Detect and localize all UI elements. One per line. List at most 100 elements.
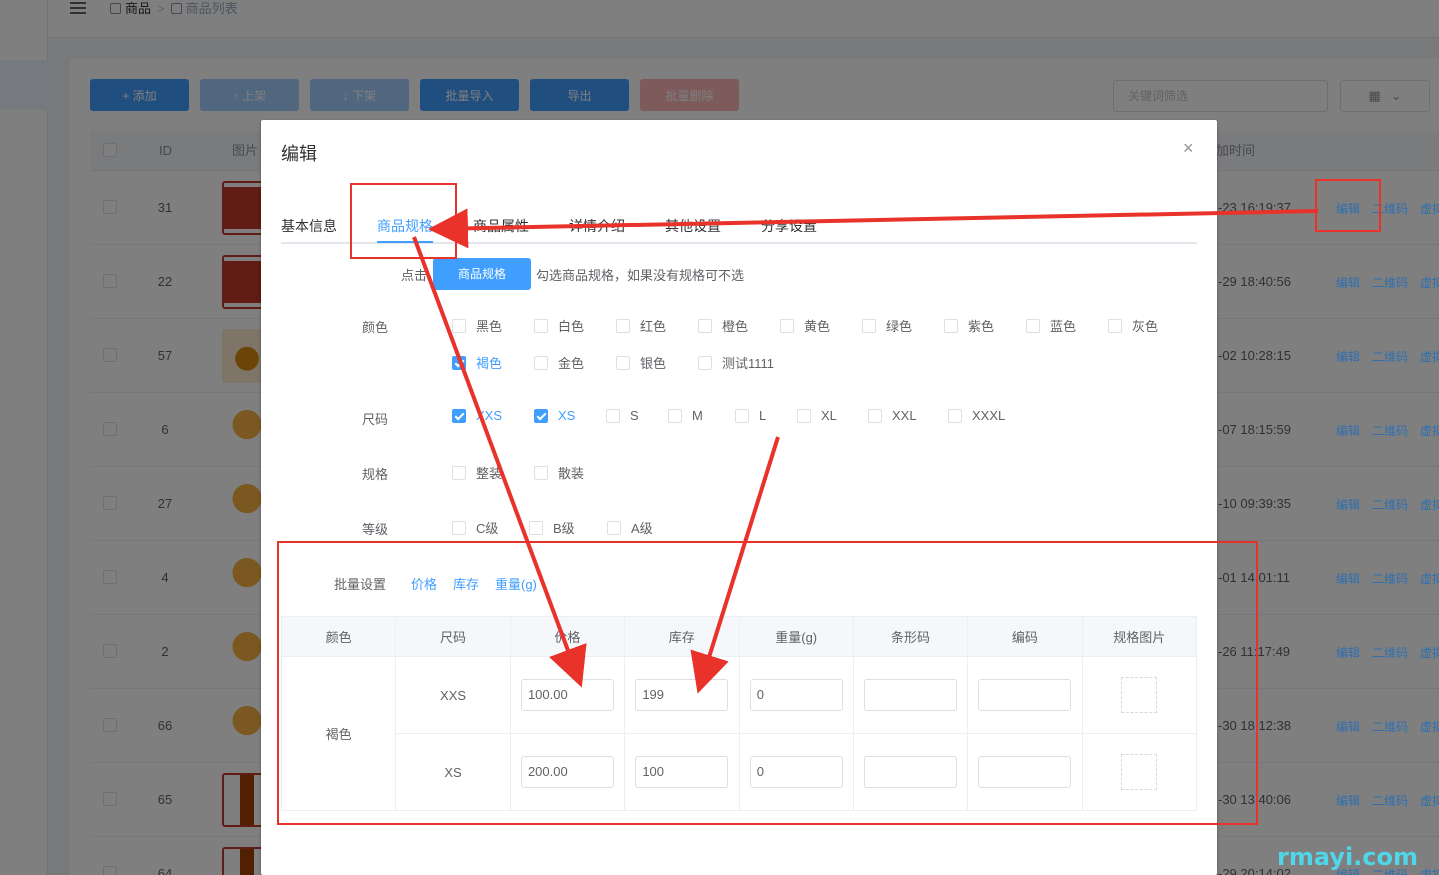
qrcode-link[interactable]: 二维码 xyxy=(1372,274,1408,291)
tab-basic-info[interactable]: 基本信息 xyxy=(281,216,337,236)
color-option[interactable]: 灰色 xyxy=(1108,316,1158,335)
annotation-box-sku-table xyxy=(277,541,1258,825)
checkbox[interactable] xyxy=(948,408,962,423)
checkbox[interactable] xyxy=(452,465,466,480)
edit-link[interactable]: 编辑 xyxy=(1336,718,1360,735)
tab-details[interactable]: 详情介绍 xyxy=(569,216,625,236)
color-option[interactable]: 紫色 xyxy=(944,316,994,335)
option-label: C级 xyxy=(476,521,499,536)
checkbox[interactable] xyxy=(534,355,548,370)
spec-label: 规格 xyxy=(362,467,389,482)
qrcode-link[interactable]: 二维码 xyxy=(1372,422,1408,439)
virtual-link[interactable]: 虚拟 xyxy=(1420,644,1439,661)
option-label: 黑色 xyxy=(476,319,503,334)
size-option[interactable]: XL xyxy=(797,408,837,423)
grade-option[interactable]: A级 xyxy=(607,518,653,537)
checkbox[interactable] xyxy=(735,408,749,423)
color-option[interactable]: 测试1111 xyxy=(698,353,774,372)
checkbox[interactable] xyxy=(452,408,466,423)
virtual-link[interactable]: 虚拟 xyxy=(1420,422,1439,439)
edit-link[interactable]: 编辑 xyxy=(1336,422,1360,439)
option-label: 绿色 xyxy=(886,319,913,334)
virtual-link[interactable]: 虚拟 xyxy=(1420,274,1439,291)
tab-share-settings[interactable]: 分享设置 xyxy=(761,216,817,236)
checkbox[interactable] xyxy=(668,408,682,423)
checkbox[interactable] xyxy=(698,355,712,370)
checkbox[interactable] xyxy=(452,355,466,370)
annotation-box-edit-link xyxy=(1315,179,1381,232)
color-option[interactable]: 绿色 xyxy=(862,316,912,335)
virtual-link[interactable]: 虚拟 xyxy=(1420,570,1439,587)
color-option[interactable]: 黄色 xyxy=(780,316,830,335)
spec-option[interactable]: 整装 xyxy=(452,463,502,482)
virtual-link[interactable]: 虚拟 xyxy=(1420,348,1439,365)
color-option[interactable]: 白色 xyxy=(534,316,584,335)
option-label: 灰色 xyxy=(1132,319,1159,334)
spec-option[interactable]: 散装 xyxy=(534,463,584,482)
checkbox[interactable] xyxy=(534,465,548,480)
size-option[interactable]: XXS xyxy=(452,408,502,423)
color-option[interactable]: 褐色 xyxy=(452,353,502,372)
virtual-link[interactable]: 虚拟 xyxy=(1420,792,1439,809)
checkbox[interactable] xyxy=(944,318,958,333)
checkbox[interactable] xyxy=(606,408,620,423)
checkbox[interactable] xyxy=(1108,318,1122,333)
checkbox[interactable] xyxy=(698,318,712,333)
checkbox[interactable] xyxy=(862,318,876,333)
close-icon[interactable]: × xyxy=(1183,139,1194,157)
size-option[interactable]: L xyxy=(735,408,766,423)
size-option[interactable]: XS xyxy=(534,408,575,423)
checkbox[interactable] xyxy=(534,408,548,423)
checkbox[interactable] xyxy=(452,318,466,333)
checkbox[interactable] xyxy=(529,520,543,535)
virtual-link[interactable]: 虚拟 xyxy=(1420,496,1439,513)
grade-option[interactable]: B级 xyxy=(529,518,575,537)
edit-link[interactable]: 编辑 xyxy=(1336,644,1360,661)
checkbox[interactable] xyxy=(616,355,630,370)
grade-label: 等级 xyxy=(362,522,389,537)
virtual-link[interactable]: 虚拟 xyxy=(1420,718,1439,735)
color-option[interactable]: 银色 xyxy=(616,353,666,372)
color-option[interactable]: 黑色 xyxy=(452,316,502,335)
option-label: 橙色 xyxy=(722,319,749,334)
checkbox[interactable] xyxy=(534,318,548,333)
option-label: B级 xyxy=(553,521,575,536)
edit-link[interactable]: 编辑 xyxy=(1336,274,1360,291)
tab-attributes[interactable]: 商品属性 xyxy=(473,216,529,236)
qrcode-link[interactable]: 二维码 xyxy=(1372,718,1408,735)
size-option[interactable]: M xyxy=(668,408,703,423)
checkbox[interactable] xyxy=(1026,318,1040,333)
size-option[interactable]: S xyxy=(606,408,639,423)
color-option[interactable]: 金色 xyxy=(534,353,584,372)
qrcode-link[interactable]: 二维码 xyxy=(1372,348,1408,365)
option-label: 白色 xyxy=(558,319,585,334)
virtual-link[interactable]: 虚拟 xyxy=(1420,866,1439,875)
virtual-link[interactable]: 虚拟 xyxy=(1420,200,1439,217)
qrcode-link[interactable]: 二维码 xyxy=(1372,496,1408,513)
qrcode-link[interactable]: 二维码 xyxy=(1372,792,1408,809)
checkbox[interactable] xyxy=(868,408,882,423)
edit-link[interactable]: 编辑 xyxy=(1336,792,1360,809)
edit-link[interactable]: 编辑 xyxy=(1336,348,1360,365)
row-ops: 编辑 二维码 虚拟 xyxy=(1336,274,1439,291)
color-label: 颜色 xyxy=(362,320,389,335)
color-option[interactable]: 橙色 xyxy=(698,316,748,335)
color-option[interactable]: 蓝色 xyxy=(1026,316,1076,335)
spec-button[interactable]: 商品规格 xyxy=(433,258,531,290)
checkbox[interactable] xyxy=(616,318,630,333)
color-option[interactable]: 红色 xyxy=(616,316,666,335)
grade-option[interactable]: C级 xyxy=(452,518,498,537)
checkbox[interactable] xyxy=(607,520,621,535)
size-option[interactable]: XXXL xyxy=(948,408,1005,423)
edit-link[interactable]: 编辑 xyxy=(1336,496,1360,513)
size-option[interactable]: XXL xyxy=(868,408,917,423)
edit-link[interactable]: 编辑 xyxy=(1336,570,1360,587)
size-label: 尺码 xyxy=(362,412,389,427)
tab-other-settings[interactable]: 其他设置 xyxy=(665,216,721,236)
option-label: 整装 xyxy=(476,466,503,481)
checkbox[interactable] xyxy=(797,408,811,423)
qrcode-link[interactable]: 二维码 xyxy=(1372,570,1408,587)
checkbox[interactable] xyxy=(780,318,794,333)
checkbox[interactable] xyxy=(452,520,466,535)
qrcode-link[interactable]: 二维码 xyxy=(1372,644,1408,661)
